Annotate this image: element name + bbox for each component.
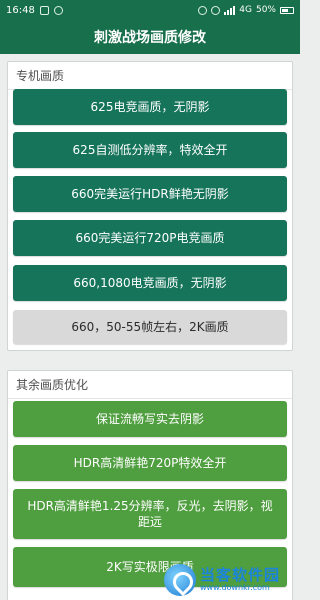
option-button[interactable]: 660完美运行HDR鲜艳无阴影 bbox=[13, 176, 287, 212]
option-button[interactable]: HDR高清鲜艳1.25分辨率，反光，去阴影，视距远 bbox=[13, 489, 287, 539]
signal-icon bbox=[224, 5, 236, 15]
watermark-text: 当客软件园 www.downkr.com bbox=[200, 565, 281, 592]
option-label: 660完美运行HDR鲜艳无阴影 bbox=[71, 187, 229, 201]
option-label: 625自测低分辨率，特效全开 bbox=[72, 143, 228, 157]
option-label: 保证流畅写实去阴影 bbox=[95, 412, 204, 426]
app-header: 刺激战场画质修改 bbox=[0, 20, 300, 54]
page-title: 刺激战场画质修改 bbox=[94, 30, 206, 46]
wifi-icon bbox=[211, 5, 221, 15]
option-button[interactable]: HDR高清鲜艳720P特效全开 bbox=[13, 445, 287, 481]
option-label: 660完美运行720P电竞画质 bbox=[75, 231, 225, 245]
status-left: 16:48 bbox=[6, 5, 63, 16]
option-label: 660,1080电竞画质，无阴影 bbox=[73, 276, 227, 290]
section-title: 专机画质 bbox=[8, 62, 292, 90]
alarm-icon bbox=[198, 5, 208, 15]
watermark: 当客软件园 www.downkr.com bbox=[164, 562, 298, 598]
option-button[interactable]: 625自测低分辨率，特效全开 bbox=[13, 132, 287, 168]
watermark-sub: www.downkr.com bbox=[200, 582, 270, 592]
option-label: HDR高清鲜艳1.25分辨率，反光，去阴影，视距远 bbox=[27, 499, 273, 529]
option-button[interactable]: 保证流畅写实去阴影 bbox=[13, 401, 287, 437]
watermark-logo-icon bbox=[164, 564, 196, 596]
notification-icon bbox=[53, 5, 63, 15]
status-bar: 16:48 4G 50% bbox=[0, 0, 300, 20]
option-button[interactable]: 625电竞画质，无阴影 bbox=[13, 89, 287, 125]
section-title: 其余画质优化 bbox=[8, 371, 292, 399]
option-label: 625电竞画质，无阴影 bbox=[90, 100, 210, 114]
watermark-main: 当客软件园 bbox=[200, 565, 281, 584]
network-type: 4G bbox=[239, 5, 252, 15]
status-right: 4G 50% bbox=[198, 5, 294, 15]
section-dedicated-quality: 专机画质 625电竞画质，无阴影 625自测低分辨率，特效全开 660完美运行H… bbox=[7, 61, 293, 351]
battery-percent: 50% bbox=[255, 5, 276, 15]
option-label: HDR高清鲜艳720P特效全开 bbox=[73, 456, 227, 470]
status-time: 16:48 bbox=[6, 4, 35, 16]
option-button-selected[interactable]: 660，50-55帧左右，2K画质 bbox=[13, 310, 287, 344]
image-icon bbox=[39, 5, 49, 15]
battery-icon bbox=[280, 6, 294, 14]
option-button[interactable]: 660完美运行720P电竞画质 bbox=[13, 220, 287, 256]
option-button[interactable]: 660,1080电竞画质，无阴影 bbox=[13, 265, 287, 301]
option-label: 660，50-55帧左右，2K画质 bbox=[71, 320, 229, 334]
